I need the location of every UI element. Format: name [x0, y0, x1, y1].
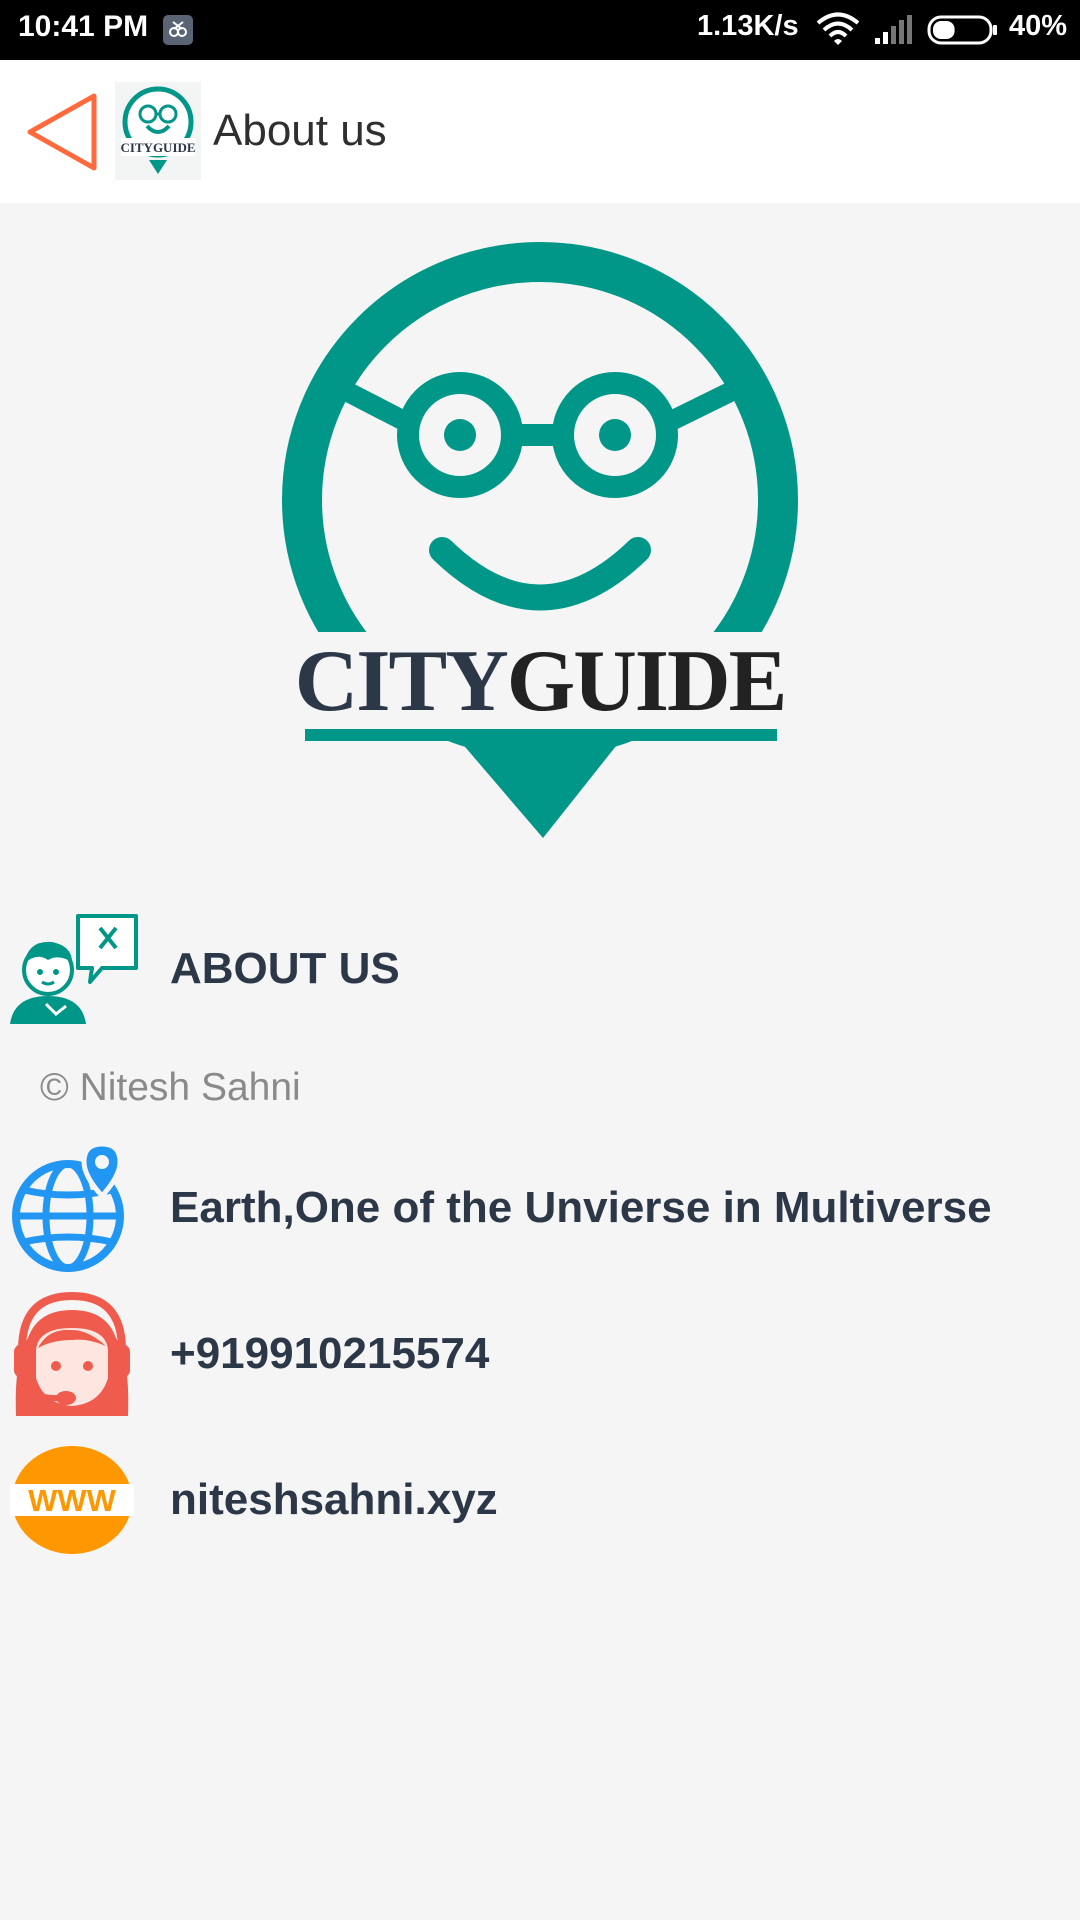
copyright-text: © Nitesh Sahni — [40, 1066, 301, 1109]
network-speed: 1.13K/s — [697, 10, 799, 42]
address-text: Earth,One of the Unvierse in Multiverse — [170, 1183, 992, 1232]
page-title: About us — [213, 106, 387, 155]
website-link[interactable]: niteshsahni.xyz — [170, 1475, 498, 1525]
about-us-heading: ABOUT US — [170, 944, 400, 993]
signal-icon — [875, 15, 912, 44]
app-bar: CITYGUIDE About us — [0, 60, 1080, 203]
phone-number[interactable]: +919910215574 — [170, 1329, 489, 1379]
globe-location-icon — [12, 1141, 124, 1272]
www-icon-text: WWW — [28, 1483, 117, 1518]
triangle-back-icon — [27, 93, 97, 171]
notification-icon — [163, 15, 193, 45]
logo-text-city: CITY — [295, 633, 507, 730]
support-agent-chat-icon — [10, 914, 138, 1024]
battery-icon — [927, 15, 997, 45]
svg-text:CITYGUIDE: CITYGUIDE — [295, 633, 786, 730]
back-button[interactable] — [24, 90, 100, 174]
www-icon: WWW — [10, 1446, 134, 1554]
battery-percent: 40% — [1009, 10, 1068, 42]
wifi-icon — [816, 12, 860, 45]
app-icon: CITYGUIDE — [115, 82, 201, 180]
status-bar: 10:41 PM 1.13K/s 40% — [0, 0, 1080, 60]
logo-text-guide: GUIDE — [507, 633, 786, 730]
headset-support-icon — [14, 1291, 130, 1416]
app-icon-text: CITYGUIDE — [120, 140, 195, 155]
status-time: 10:41 PM — [18, 10, 149, 43]
cityguide-logo: CITYGUIDE — [282, 242, 798, 838]
